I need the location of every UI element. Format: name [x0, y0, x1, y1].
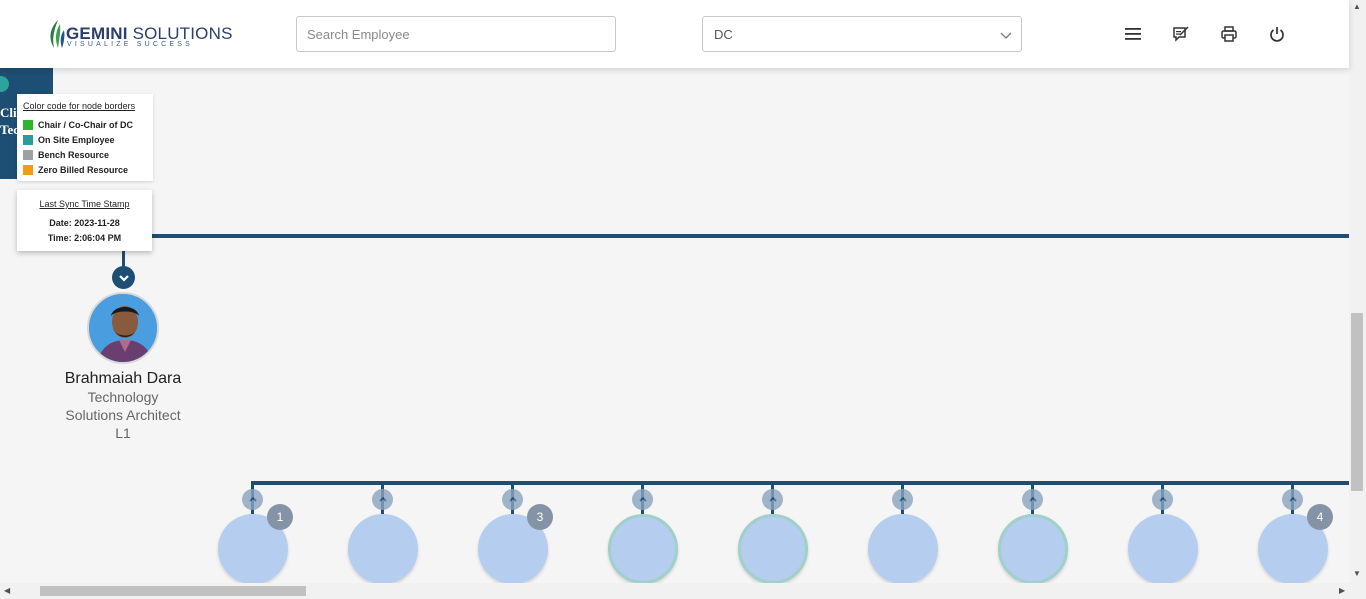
legend-label: On Site Employee	[38, 135, 115, 145]
scroll-left-icon[interactable]: ◀	[4, 586, 10, 595]
legend-swatch	[23, 135, 33, 145]
dc-select[interactable]: DC	[702, 16, 1022, 52]
sync-title: Last Sync Time Stamp	[39, 199, 130, 209]
child-node[interactable]	[1127, 484, 1199, 584]
legend-title: Color code for node borders	[23, 101, 136, 111]
color-legend: Color code for node borders Chair / Co-C…	[17, 94, 153, 181]
feedback-icon	[1173, 26, 1189, 42]
logo-tagline: VISUALIZE SUCCESS	[67, 41, 193, 48]
power-icon	[1270, 27, 1284, 42]
logout-button[interactable]	[1266, 23, 1288, 45]
expand-node-button[interactable]	[1282, 489, 1303, 510]
leaf-logo-icon	[50, 20, 65, 48]
menu-icon	[1125, 28, 1141, 40]
child-count-badge: 4	[1307, 504, 1333, 530]
legend-item: On Site Employee	[23, 134, 115, 146]
child-node[interactable]	[867, 484, 939, 584]
chevron-down-icon	[118, 274, 129, 282]
employee-avatar[interactable]	[87, 292, 159, 364]
last-sync-box: Last Sync Time Stamp Date: 2023-11-28 Ti…	[17, 190, 152, 251]
legend-label: Zero Billed Resource	[38, 165, 129, 175]
child-node[interactable]	[347, 484, 419, 584]
search-employee-input[interactable]	[296, 16, 616, 52]
expand-node-button[interactable]	[502, 489, 523, 510]
vertical-scrollbar[interactable]: ▲ ▼	[1349, 0, 1366, 583]
chevron-up-icon	[248, 496, 257, 502]
child-node[interactable]	[607, 484, 679, 584]
scroll-down-icon[interactable]: ▼	[1353, 569, 1361, 578]
child-node[interactable]: 4	[1257, 484, 1333, 584]
legend-label: Chair / Co-Chair of DC	[38, 120, 134, 130]
chevron-up-icon	[898, 496, 907, 502]
person-photo	[89, 294, 157, 362]
expand-node-button[interactable]	[1152, 489, 1173, 510]
employee-name[interactable]: Brahmaiah Dara	[23, 370, 223, 388]
legend-swatch	[23, 150, 33, 160]
legend-item: Chair / Co-Chair of DC	[23, 119, 133, 131]
scroll-right-icon[interactable]: ▶	[1339, 586, 1345, 595]
menu-button[interactable]	[1122, 23, 1144, 45]
expand-node-button[interactable]	[372, 489, 393, 510]
company-logo[interactable]: GEMINI SOLUTIONS VISUALIZE SUCCESS	[46, 18, 232, 52]
chevron-up-icon	[508, 496, 517, 502]
connector-line	[152, 234, 1349, 238]
child-node[interactable]	[737, 484, 809, 584]
expand-node-button[interactable]	[1022, 489, 1043, 510]
horizontal-scroll-thumb[interactable]	[40, 586, 306, 596]
vertical-scroll-thumb[interactable]	[1351, 313, 1363, 491]
expand-node-button[interactable]	[892, 489, 913, 510]
expand-node-button[interactable]	[242, 489, 263, 510]
child-node[interactable]	[997, 484, 1069, 584]
toggle-icon[interactable]	[0, 76, 9, 92]
chevron-up-icon	[1158, 496, 1167, 502]
chevron-down-icon	[1000, 32, 1012, 39]
legend-label: Bench Resource	[38, 150, 110, 160]
feedback-button[interactable]	[1170, 23, 1192, 45]
expand-node-button[interactable]	[632, 489, 653, 510]
print-icon	[1221, 26, 1237, 42]
expand-node-button[interactable]	[762, 489, 783, 510]
child-node[interactable]: 3	[477, 484, 553, 584]
chevron-up-icon	[1028, 496, 1037, 502]
employee-level: L1	[115, 425, 131, 441]
child-avatar[interactable]	[738, 514, 808, 584]
child-node[interactable]: 1	[217, 484, 293, 584]
child-avatar[interactable]	[348, 514, 418, 584]
legend-swatch	[23, 165, 33, 175]
dc-select-value: DC	[714, 27, 733, 42]
sync-time: Time: 2:06:04 PM	[47, 233, 122, 243]
employee-department: Technology	[87, 389, 159, 405]
scroll-up-icon[interactable]: ▲	[1353, 2, 1361, 11]
child-count-badge: 3	[527, 504, 553, 530]
chevron-up-icon	[1288, 496, 1297, 502]
collapse-node-button[interactable]	[112, 266, 135, 289]
sync-date: Date: 2023-11-28	[49, 218, 120, 228]
legend-item: Zero Billed Resource	[23, 164, 128, 176]
app-header: GEMINI SOLUTIONS VISUALIZE SUCCESS DC	[0, 0, 1349, 68]
child-avatar[interactable]	[608, 514, 678, 584]
child-avatar[interactable]	[868, 514, 938, 584]
chevron-up-icon	[768, 496, 777, 502]
child-count-badge: 1	[267, 504, 293, 530]
employee-designation: Solutions Architect	[65, 407, 181, 423]
legend-item: Bench Resource	[23, 149, 109, 161]
print-button[interactable]	[1218, 23, 1240, 45]
child-avatar[interactable]	[998, 514, 1068, 584]
chevron-up-icon	[378, 496, 387, 502]
chevron-up-icon	[638, 496, 647, 502]
horizontal-scrollbar[interactable]: ◀ ▶	[0, 583, 1366, 599]
legend-swatch	[23, 120, 33, 130]
child-avatar[interactable]	[1128, 514, 1198, 584]
